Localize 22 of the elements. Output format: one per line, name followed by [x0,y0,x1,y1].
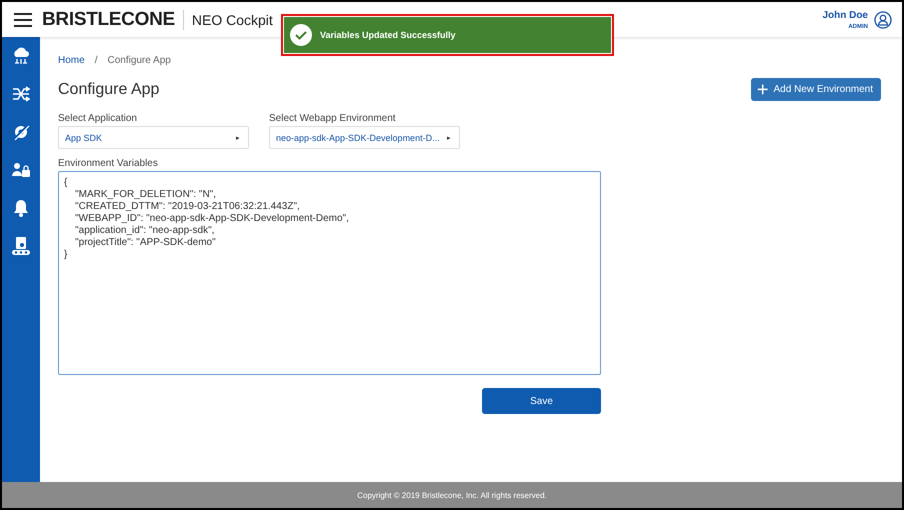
add-environment-button[interactable]: + Add New Environment [750,78,881,101]
conveyor-icon[interactable] [11,236,31,256]
check-icon [290,24,312,46]
user-lock-icon[interactable] [11,160,31,180]
breadcrumb-current: Configure App [107,55,171,66]
field-label: Select Application [58,113,138,124]
app-name: NEO Cockpit [192,12,273,28]
toast-message: Variables Updated Successfully [320,30,456,40]
menu-icon[interactable] [14,12,32,26]
breadcrumb-link[interactable]: Home [58,55,85,66]
user-name: John Doe [822,10,868,20]
page-title: Configure App [58,80,160,98]
shuffle-icon[interactable] [11,84,31,104]
user-avatar-icon[interactable] [874,10,892,28]
variables-text-area[interactable]: { "MARK_FOR_DELETION": "N", "CREATED_DTTM": "2019-03-21T06:32:21.443Z", "WEBAPP_ID": "neo-app-sdk-App-SDK-Development-Demo", "application_id": "neo-app-sdk", "projectTitle": "APP-SDK-demo" } [58,171,601,375]
brand-logo: BRISTLECONE [42,10,184,30]
copyright-text: Copyright © 2019 Bristlecone, Inc. All rights reserved. [357,490,547,500]
field-label: Environment Variables [58,158,159,169]
field-label: Select Webapp Environment [269,113,397,124]
bell-icon[interactable] [11,198,31,218]
save-button[interactable]: Save [482,388,601,414]
breadcrumb-separator: / [94,55,98,66]
